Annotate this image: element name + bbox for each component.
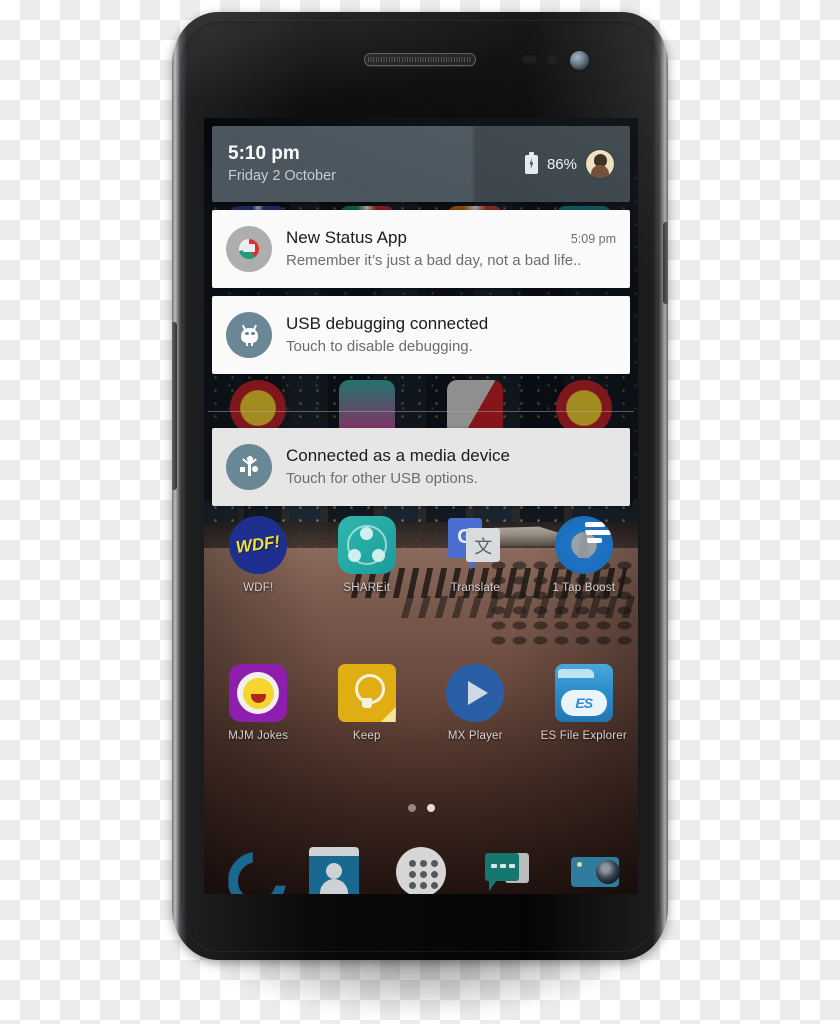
- notification-shade: 5:10 pm Friday 2 October 86% New Status …: [204, 118, 638, 506]
- shareit-app-icon[interactable]: [337, 516, 396, 574]
- es-cloud-logo: ES: [560, 690, 607, 716]
- status-right-cluster: 86%: [524, 150, 614, 178]
- app-label: 1 Tap Boost: [552, 582, 616, 594]
- keep-bulb-base: [361, 698, 372, 708]
- app-label: MJM Jokes: [228, 730, 289, 742]
- home-page-indicator: [204, 804, 638, 812]
- bug-leg: [251, 341, 253, 346]
- phone-screen: WDF! WDF! SHAREit Translate: [204, 118, 638, 894]
- app-label: SHAREit: [343, 582, 391, 594]
- bug-head: [241, 327, 258, 343]
- camera-flash-dot: [576, 862, 582, 867]
- notification-title: New Status App: [286, 228, 407, 248]
- app-label: ES File Explorer: [540, 730, 627, 742]
- front-camera-icon: [570, 51, 589, 70]
- shareit-node: [347, 549, 361, 562]
- app-label: MX Player: [447, 730, 503, 742]
- shade-gap: [204, 374, 638, 420]
- earpiece-mesh: [368, 57, 472, 62]
- notification-body: USB debugging connected Touch to disable…: [286, 313, 616, 357]
- app-keep[interactable]: Keep: [313, 664, 422, 742]
- power-button[interactable]: [663, 222, 668, 304]
- phone-dialer-icon[interactable]: [222, 847, 272, 894]
- app-label: WDF!: [243, 582, 274, 594]
- page-dot-active[interactable]: [426, 804, 435, 812]
- usb-glyph: [240, 456, 258, 478]
- messaging-icon[interactable]: [483, 847, 533, 894]
- contacts-icon[interactable]: [309, 847, 360, 894]
- usb-circle-end: [252, 466, 258, 472]
- earpiece-speaker: [364, 53, 476, 66]
- bug-eye: [251, 331, 255, 335]
- notification-new-status-app[interactable]: New Status App 5:09 pm Remember it’s jus…: [212, 210, 630, 288]
- notification-title: USB debugging connected: [286, 314, 489, 334]
- app-label: Translate: [450, 582, 500, 594]
- wdf-app-icon[interactable]: WDF!: [225, 512, 292, 578]
- notification-title-row: Connected as a media device: [286, 445, 616, 466]
- battery-percent-label: 86%: [546, 155, 577, 173]
- usb-square-end: [240, 467, 245, 472]
- notification-title-row: USB debugging connected: [286, 313, 616, 334]
- shareit-node: [371, 549, 385, 562]
- clock-time: 5:10 pm: [228, 142, 300, 164]
- es-file-explorer-app-icon[interactable]: ES: [554, 664, 613, 722]
- user-avatar[interactable]: [586, 150, 614, 178]
- one-tap-boost-app-icon[interactable]: [554, 516, 613, 574]
- clock-date: Friday 2 October: [228, 167, 336, 184]
- volume-rocker-button[interactable]: [172, 322, 177, 490]
- notification-title: Connected as a media device: [286, 446, 510, 466]
- light-sensor-icon: [547, 55, 557, 65]
- notification-text: Remember it’s just a bad day, not a bad …: [286, 252, 582, 270]
- mjm-plate: [237, 672, 280, 714]
- messaging-tail: [488, 880, 497, 891]
- app-translate[interactable]: Translate: [421, 516, 530, 594]
- notification-body: Connected as a media device Touch for ot…: [286, 445, 616, 489]
- new-status-app-glyph: [239, 239, 259, 259]
- notification-usb-media-device[interactable]: Connected as a media device Touch for ot…: [212, 428, 630, 506]
- notification-text: Touch to disable debugging.: [286, 338, 473, 356]
- app-shareit[interactable]: SHAREit: [313, 516, 422, 594]
- boost-speed-lines: [584, 522, 611, 546]
- bug-eye: [245, 331, 249, 335]
- messaging-dots: [490, 864, 515, 868]
- app-mx-player[interactable]: MX Player: [421, 664, 530, 742]
- google-keep-app-icon[interactable]: [337, 664, 396, 722]
- android-bug-icon: [226, 312, 272, 358]
- camera-icon[interactable]: [570, 847, 620, 894]
- mx-player-app-icon[interactable]: [446, 664, 505, 722]
- notification-text: Touch for other USB options.: [286, 470, 478, 488]
- bug-leg: [246, 341, 248, 346]
- notification-time: 5:09 pm: [570, 232, 616, 247]
- notification-title-row: New Status App 5:09 pm: [286, 227, 616, 248]
- mjm-jokes-app-icon[interactable]: [229, 664, 288, 722]
- shareit-node: [359, 527, 373, 540]
- app-wdf[interactable]: WDF! WDF!: [204, 512, 313, 594]
- home-screen-dock: [204, 836, 638, 894]
- app-label: Keep: [352, 730, 381, 742]
- app-row-2: MJM Jokes Keep MX Player ES ES File Expl…: [204, 664, 638, 742]
- notification-usb-debugging[interactable]: USB debugging connected Touch to disable…: [212, 296, 630, 374]
- camera-lens: [595, 860, 620, 884]
- app-es-file-explorer[interactable]: ES ES File Explorer: [530, 664, 639, 742]
- android-bug-glyph: [238, 324, 260, 346]
- app-row-1: WDF! WDF! SHAREit Translate: [204, 512, 639, 594]
- status-header: 5:10 pm Friday 2 October 86%: [212, 126, 630, 202]
- app-mjm-jokes[interactable]: MJM Jokes: [204, 664, 313, 742]
- proximity-sensor-icon: [521, 55, 538, 64]
- app-drawer-icon[interactable]: [395, 847, 446, 894]
- translate-gray-card: [466, 528, 501, 562]
- page-dot[interactable]: [407, 804, 416, 812]
- clock-block: 5:10 pm Friday 2 October: [228, 142, 525, 186]
- app-one-tap-boost[interactable]: 1 Tap Boost: [530, 516, 639, 594]
- google-translate-app-icon[interactable]: [446, 516, 504, 574]
- mjm-smiley: [242, 677, 274, 709]
- battery-charging-icon: [524, 151, 538, 174]
- notification-body: New Status App 5:09 pm Remember it’s jus…: [286, 227, 616, 271]
- usb-icon: [226, 444, 272, 490]
- new-status-app-icon: [226, 226, 272, 272]
- phone-device: WDF! WDF! SHAREit Translate: [172, 12, 668, 960]
